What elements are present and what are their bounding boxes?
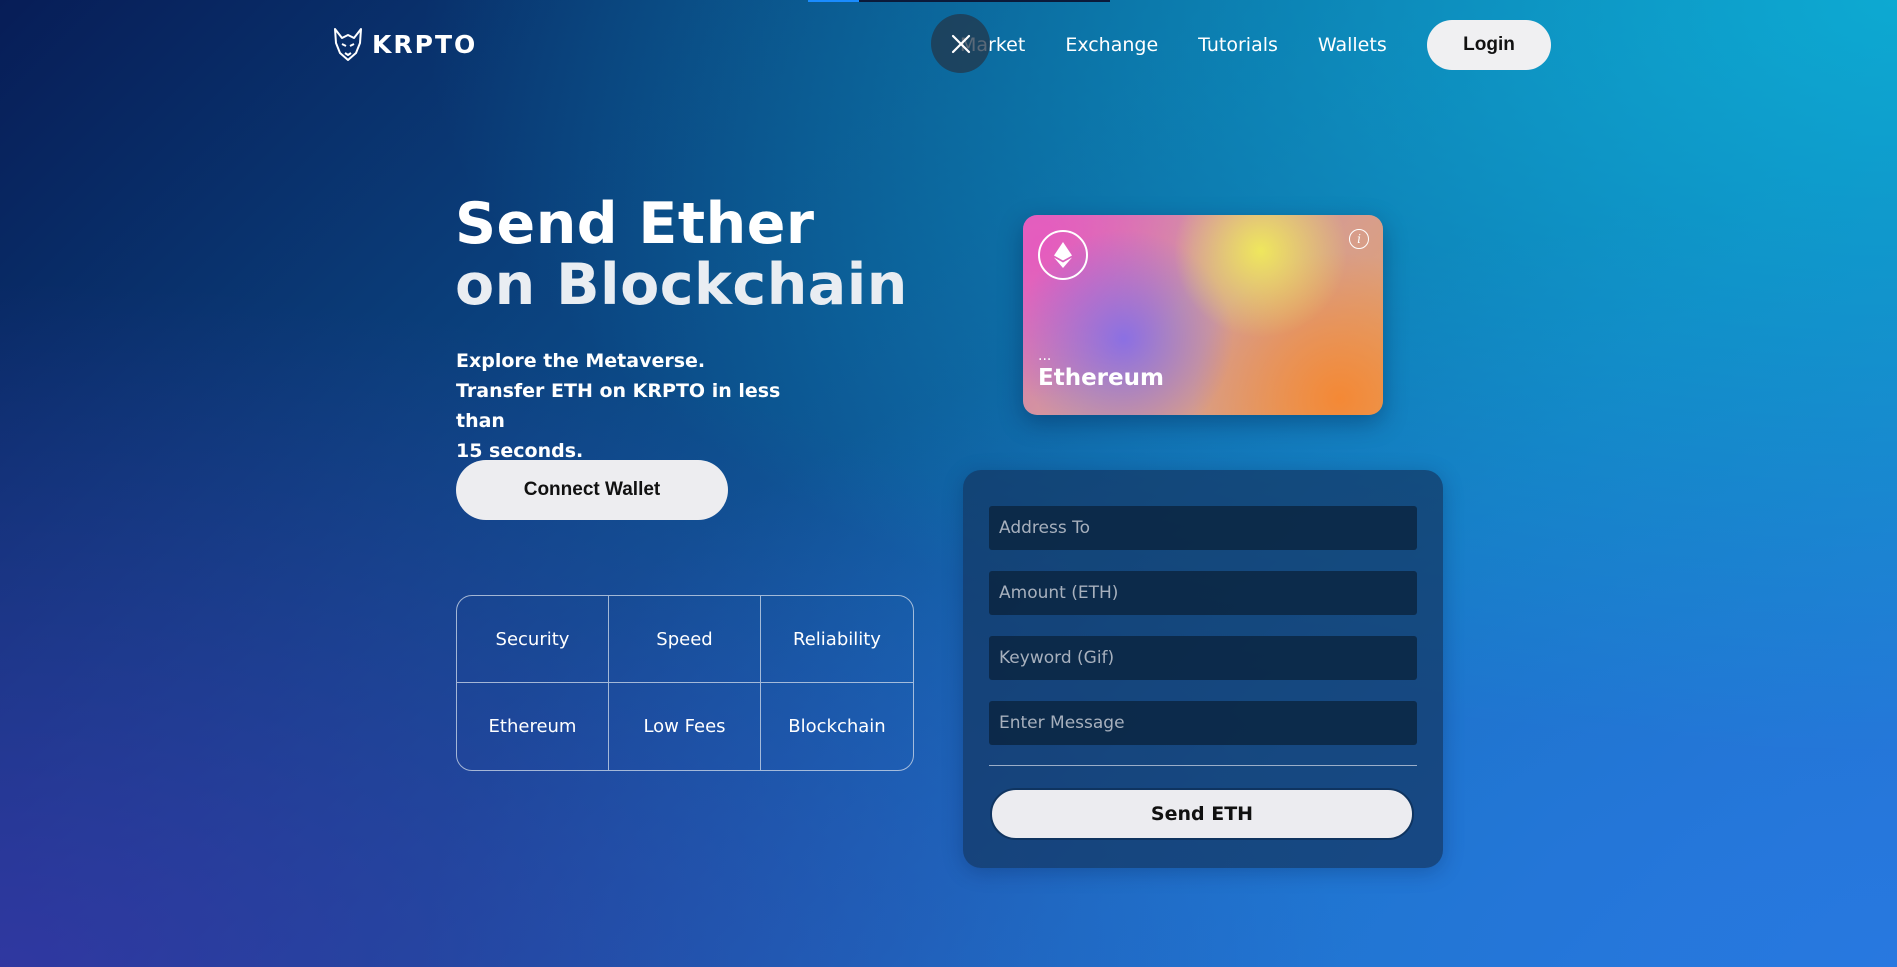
keyword-input[interactable] [989, 636, 1417, 680]
send-eth-button[interactable]: Send ETH [990, 788, 1414, 840]
hero-subtitle-line-1: Explore the Metaverse. [456, 350, 706, 372]
feature-reliability: Reliability [761, 596, 913, 683]
nav-link-wallets[interactable]: Wallets [1318, 34, 1387, 56]
hero-title-line-1: Send Ether [455, 191, 815, 257]
send-form: Send ETH [963, 470, 1443, 868]
amount-input[interactable] [989, 571, 1417, 615]
brand-name: KRPTO [372, 29, 478, 59]
hero-title-line-2: on Blockchain [455, 252, 908, 318]
ethereum-icon [1054, 242, 1072, 268]
close-button[interactable] [931, 14, 990, 73]
loading-progress-fill [808, 0, 860, 2]
loading-progress-bar [808, 0, 1110, 2]
nav-link-exchange[interactable]: Exchange [1065, 34, 1158, 56]
address-to-input[interactable] [989, 506, 1417, 550]
feature-ethereum: Ethereum [457, 683, 609, 770]
ethereum-badge [1038, 230, 1088, 280]
hero-subtitle: Explore the Metaverse. Transfer ETH on K… [456, 346, 816, 466]
close-icon [951, 34, 970, 53]
login-button[interactable]: Login [1427, 20, 1551, 70]
ethereum-card: i ... Ethereum [1023, 215, 1383, 415]
form-divider [989, 765, 1417, 766]
wolf-logo-icon [334, 28, 362, 61]
hero-title: Send Ether on Blockchain [455, 194, 908, 316]
hero-subtitle-line-2: Transfer ETH on KRPTO in less than [456, 380, 781, 432]
nav-link-tutorials[interactable]: Tutorials [1198, 34, 1278, 56]
info-icon[interactable]: i [1349, 229, 1369, 249]
top-nav: Market Exchange Tutorials Wallets [960, 20, 1387, 70]
message-input[interactable] [989, 701, 1417, 745]
connect-wallet-button[interactable]: Connect Wallet [456, 460, 728, 520]
feature-blockchain: Blockchain [788, 716, 886, 737]
card-network-name: Ethereum [1038, 365, 1164, 391]
logo[interactable]: KRPTO [330, 26, 477, 62]
features-grid: Security Speed Reliability Ethereum Low … [456, 595, 914, 771]
feature-security: Security [457, 596, 609, 683]
feature-speed: Speed [609, 596, 761, 683]
feature-low-fees: Low Fees [609, 683, 761, 770]
card-address: ... [1038, 348, 1052, 364]
